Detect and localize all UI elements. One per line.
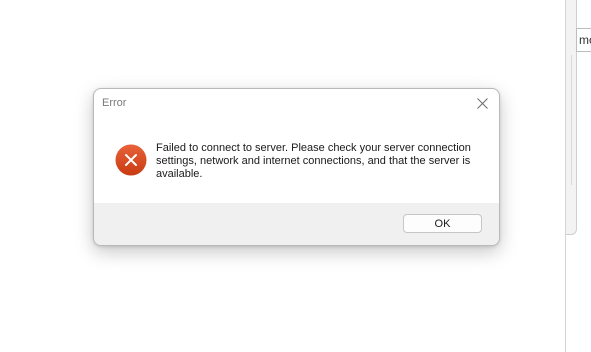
dialog-footer: OK [94,203,499,245]
error-message: Failed to connect to server. Please chec… [156,142,471,180]
close-icon [476,97,488,109]
desktop: mo Error [0,0,591,352]
dialog-title: Error [102,97,127,109]
background-text-field[interactable]: mo [576,28,591,52]
error-icon [115,144,147,176]
ok-button[interactable]: OK [403,214,482,233]
background-divider [571,55,572,185]
dialog-content: Failed to connect to server. Please chec… [94,117,499,203]
error-dialog: Error Failed to connect to server. Pleas… [93,88,500,246]
dialog-titlebar: Error [94,89,499,117]
close-button[interactable] [471,93,493,113]
